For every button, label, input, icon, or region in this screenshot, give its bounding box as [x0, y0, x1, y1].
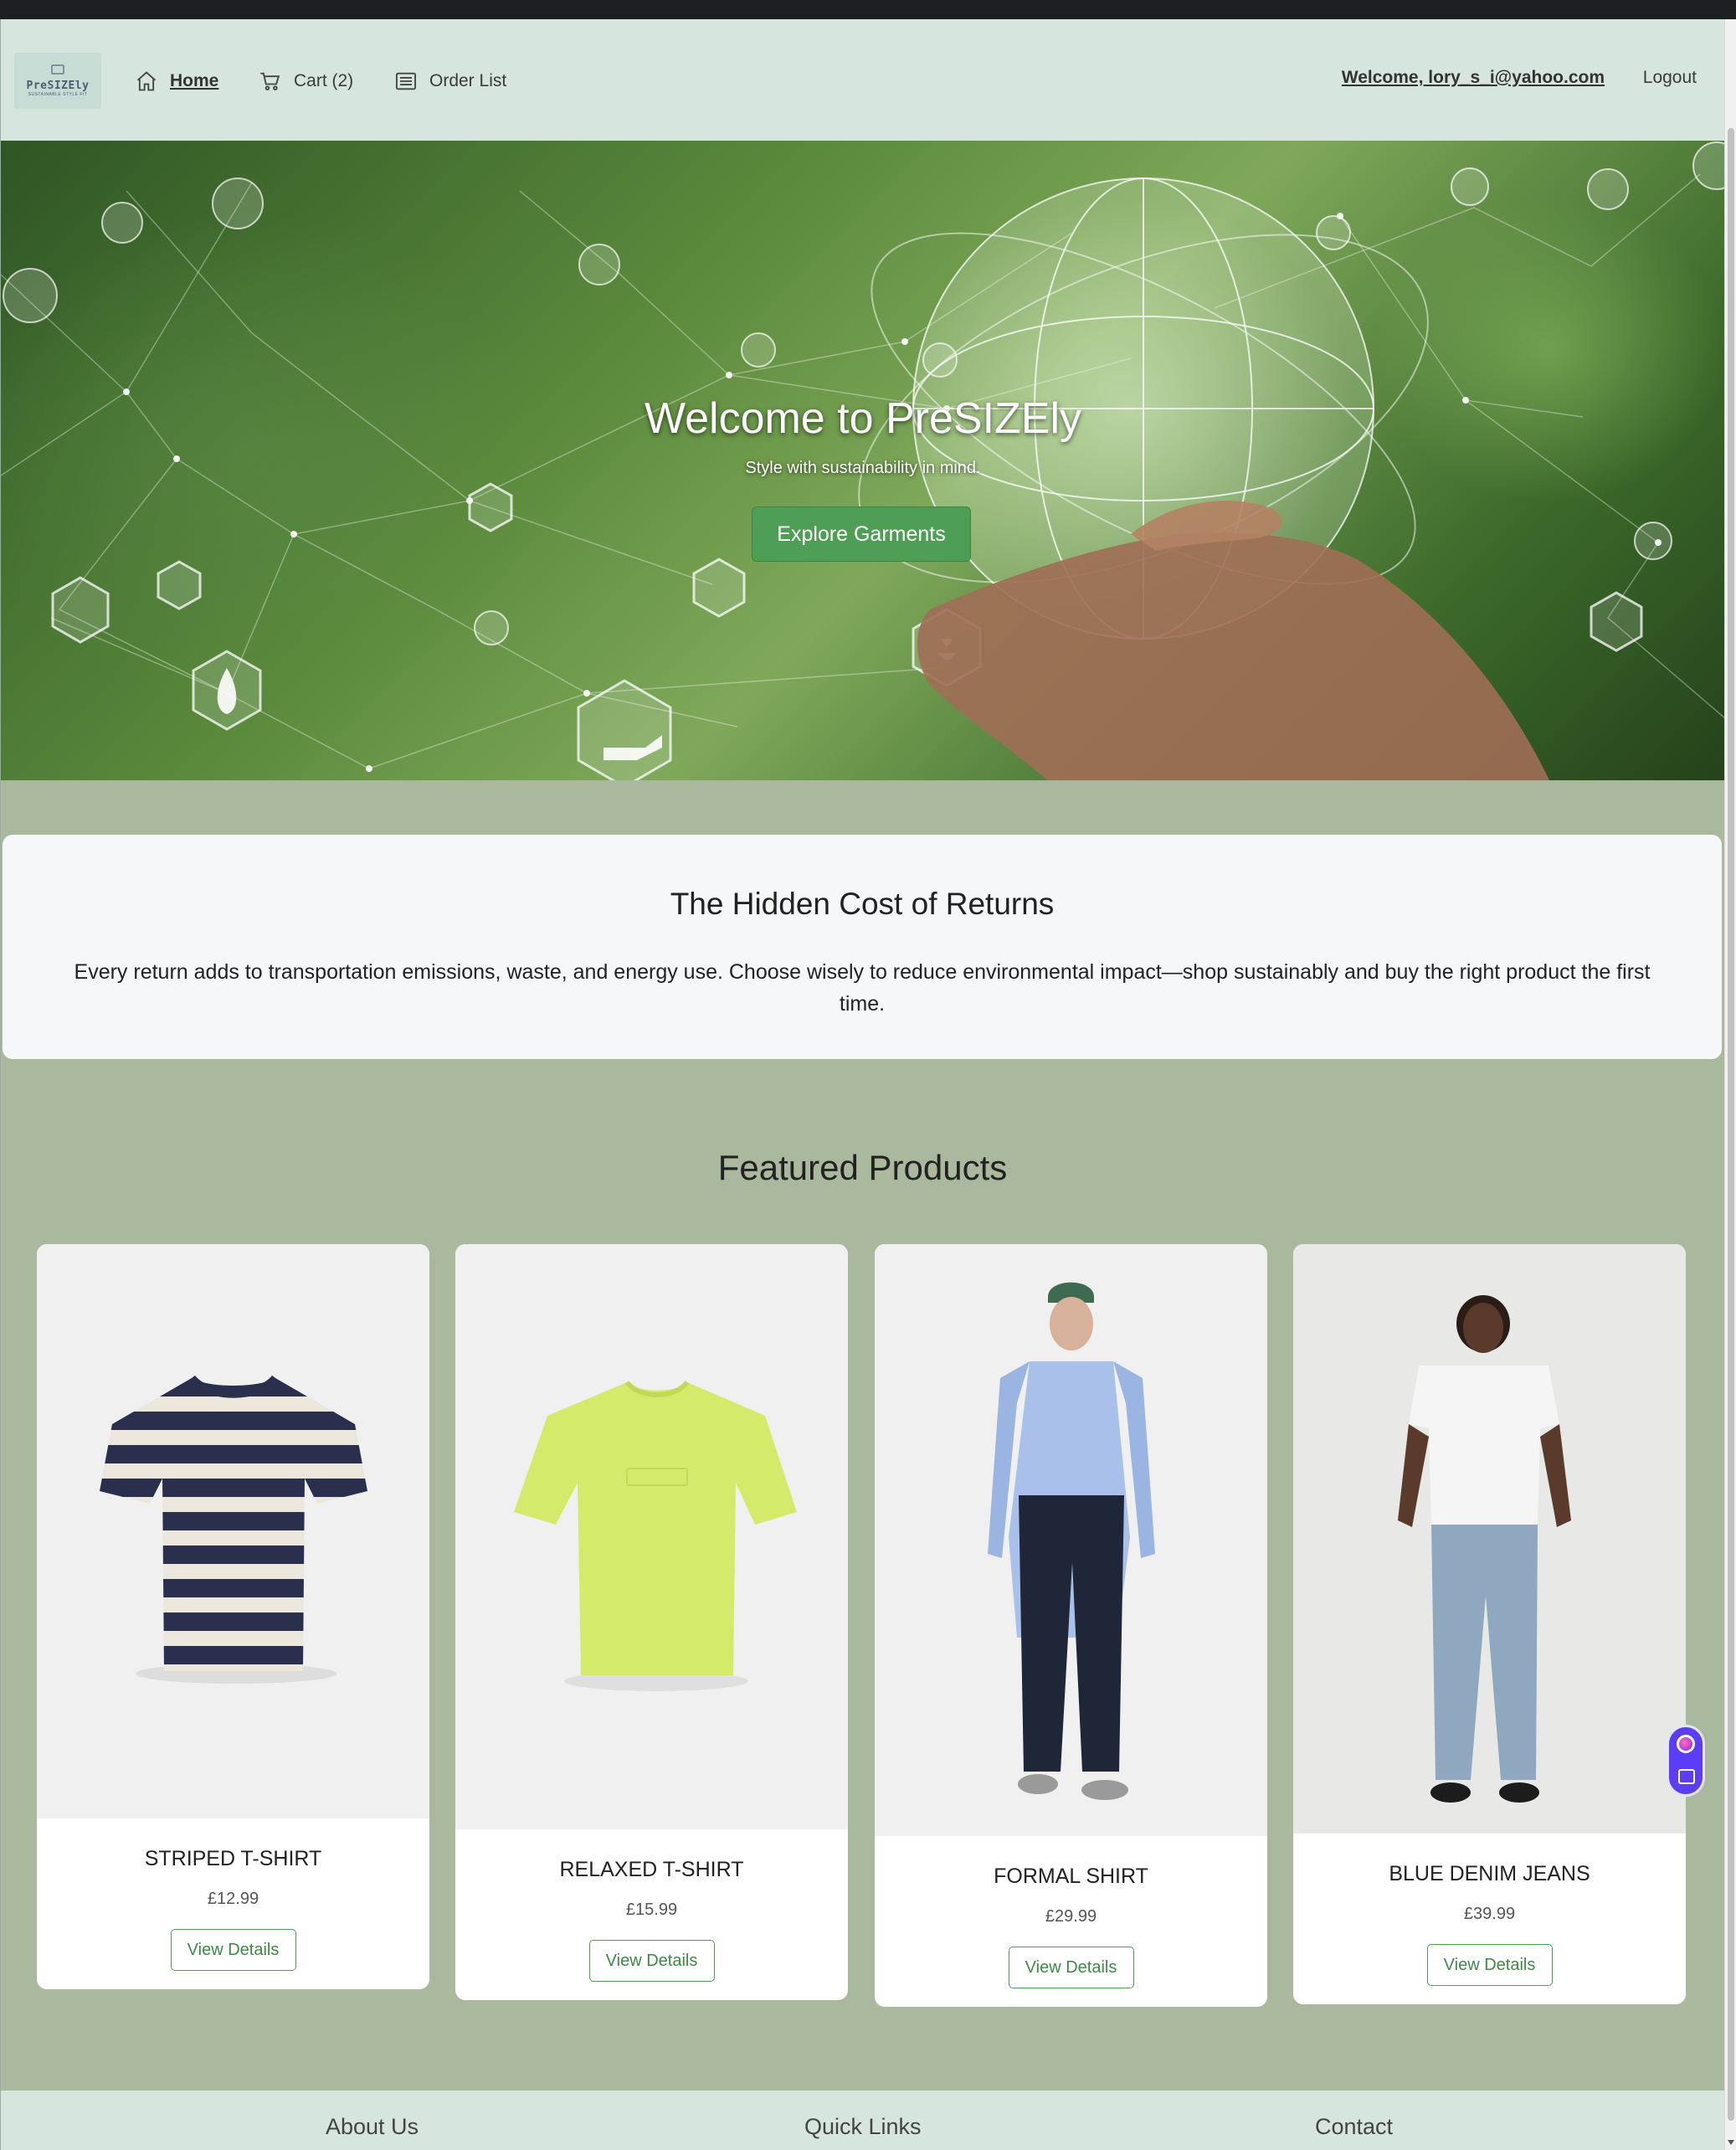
logo-tagline: SUSTAINABLE STYLE FIT: [28, 92, 88, 97]
logout-button[interactable]: Logout: [1643, 68, 1697, 88]
assistant-avatar-icon[interactable]: [1677, 1735, 1695, 1753]
cart-icon: [260, 72, 280, 90]
logo-mark-icon: [51, 64, 64, 75]
view-details-button[interactable]: View Details: [170, 1929, 296, 1971]
browser-top-bar: [0, 0, 1736, 19]
page: PreSIZEly SUSTAINABLE STYLE FIT Home Car…: [0, 19, 1725, 2150]
logo-text: PreSIZEly: [26, 80, 90, 92]
product-price: £29.99: [1045, 1907, 1097, 1926]
product-name: STRIPED T-SHIRT: [144, 1847, 322, 1870]
view-details-button[interactable]: View Details: [1008, 1947, 1134, 1988]
product-price: £39.99: [1463, 1905, 1516, 1923]
returns-info-card: The Hidden Cost of Returns Every return …: [3, 835, 1722, 1059]
product-name: FORMAL SHIRT: [994, 1865, 1148, 1888]
hero-title: Welcome to PreSIZEly: [644, 394, 1082, 443]
product-card[interactable]: FORMAL SHIRT £29.99 View Details: [875, 1244, 1267, 2007]
product-price: £15.99: [625, 1901, 678, 1919]
nav-order-list-label: Order List: [429, 71, 507, 90]
explore-garments-button[interactable]: Explore Garments: [752, 507, 971, 562]
navbar: PreSIZEly SUSTAINABLE STYLE FIT Home Car…: [1, 19, 1725, 141]
footer: About Us Quick Links Contact: [1, 2091, 1725, 2150]
product-name: RELAXED T-SHIRT: [559, 1858, 744, 1881]
product-image-blue-denim-jeans[interactable]: [1293, 1244, 1686, 1834]
product-image-formal-shirt[interactable]: [875, 1244, 1267, 1836]
site-logo[interactable]: PreSIZEly SUSTAINABLE STYLE FIT: [14, 53, 101, 109]
product-card[interactable]: RELAXED T-SHIRT £15.99 View Details: [455, 1244, 848, 2000]
footer-quick-links-heading: Quick Links: [804, 2114, 922, 2139]
hero-subtitle: Style with sustainability in mind.: [745, 459, 981, 477]
info-title: The Hidden Cost of Returns: [670, 887, 1055, 921]
product-price: £12.99: [207, 1890, 259, 1908]
home-icon: [136, 71, 157, 91]
footer-contact-heading: Contact: [1315, 2114, 1394, 2139]
page-scrollbar[interactable]: [1724, 19, 1736, 2150]
nav-home-label: Home: [170, 71, 219, 90]
product-image-relaxed-tshirt[interactable]: [455, 1244, 848, 1829]
footer-about-us-heading: About Us: [326, 2114, 419, 2139]
product-card[interactable]: BLUE DENIM JEANS £39.99 View Details: [1293, 1244, 1686, 2004]
floating-assistant-widget[interactable]: [1667, 1725, 1705, 1797]
scroll-down-arrow-icon[interactable]: [1728, 2140, 1734, 2145]
product-name: BLUE DENIM JEANS: [1389, 1862, 1590, 1885]
welcome-user-link[interactable]: Welcome, lory_s_i@yahoo.com: [1342, 68, 1605, 88]
view-details-button[interactable]: View Details: [588, 1940, 715, 1982]
nav-cart[interactable]: Cart (2): [259, 66, 353, 96]
list-icon: [395, 72, 417, 90]
product-card[interactable]: STRIPED T-SHIRT £12.99 View Details: [37, 1244, 429, 1989]
nav-cart-label: Cart (2): [294, 71, 354, 90]
nav-home[interactable]: Home: [135, 66, 218, 96]
scrollbar-thumb[interactable]: [1728, 128, 1734, 2121]
info-text: Every return adds to transportation emis…: [74, 960, 1651, 1016]
product-image-striped-tshirt[interactable]: [37, 1244, 429, 1818]
hero-banner: Welcome to PreSIZEly Style with sustaina…: [1, 141, 1725, 780]
nav-order-list[interactable]: Order List: [394, 66, 506, 96]
analytics-icon[interactable]: [1678, 1769, 1695, 1784]
featured-products-title: Featured Products: [717, 1148, 1008, 1187]
view-details-button[interactable]: View Details: [1426, 1944, 1553, 1986]
